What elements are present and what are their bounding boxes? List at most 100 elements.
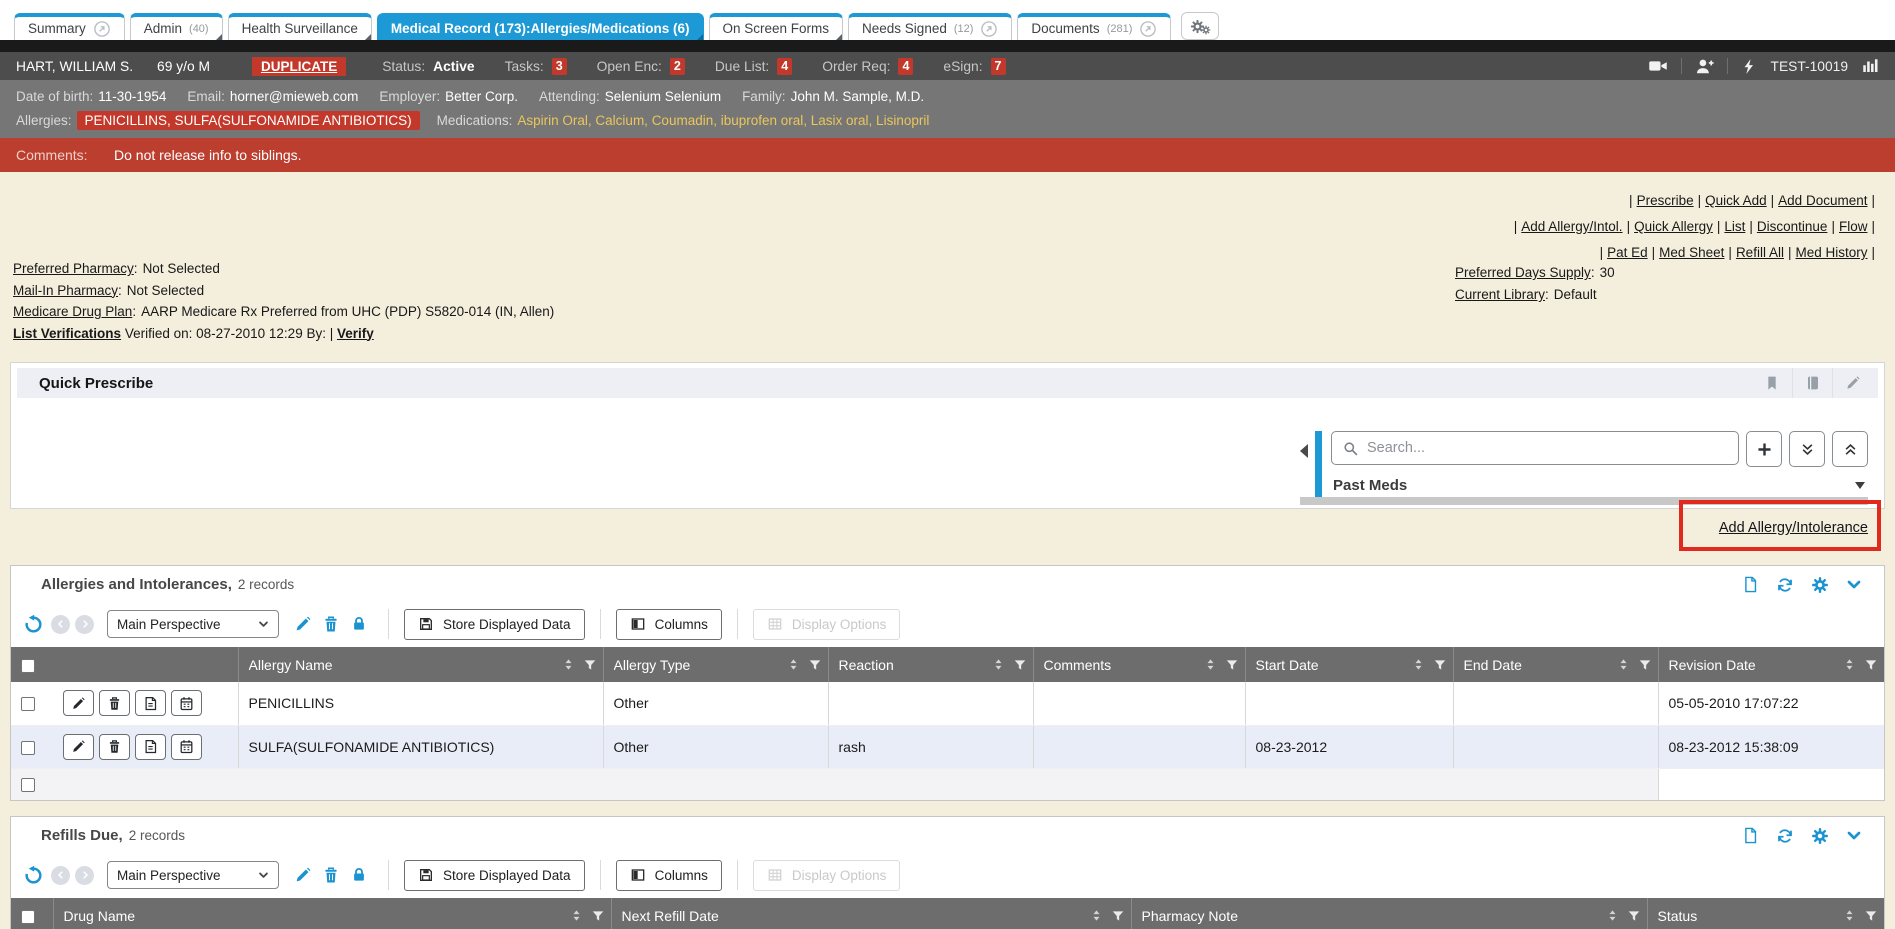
sort-icon[interactable]	[1617, 658, 1630, 671]
preferred-pharmacy-link[interactable]: Preferred Pharmacy	[13, 261, 134, 276]
collapse-left-arrow[interactable]	[1300, 444, 1308, 458]
refill-all-link[interactable]: Refill All	[1736, 245, 1784, 260]
refresh-icon[interactable]	[1776, 827, 1794, 845]
tab-summary[interactable]: Summary	[14, 13, 125, 40]
sort-icon[interactable]	[1606, 909, 1619, 922]
perspective-select[interactable]: Main Perspective	[107, 610, 279, 638]
list-verifications-link[interactable]: List Verifications	[13, 326, 121, 341]
select-all-checkbox[interactable]	[21, 659, 35, 673]
undo-icon[interactable]	[23, 865, 44, 886]
expand-all-button[interactable]	[1789, 431, 1825, 467]
delete-perspective-icon[interactable]	[322, 615, 340, 633]
tab-admin[interactable]: Admin (40)	[130, 13, 223, 40]
sort-icon[interactable]	[570, 909, 583, 922]
edit-perspective-icon[interactable]	[294, 866, 312, 884]
current-library-link[interactable]: Current Library	[1455, 287, 1545, 302]
lock-icon[interactable]	[350, 866, 368, 884]
verify-link[interactable]: Verify	[337, 326, 374, 341]
lightning-bolt-icon[interactable]	[1741, 58, 1758, 75]
esign-count-badge[interactable]: 7	[991, 58, 1006, 75]
perspective-select[interactable]: Main Perspective	[107, 861, 279, 889]
prev-perspective-button[interactable]	[51, 615, 70, 634]
library-button[interactable]	[1792, 368, 1832, 398]
col-status[interactable]: Status	[1647, 898, 1884, 929]
edit-allergy-button[interactable]	[63, 734, 94, 760]
col-drug-name[interactable]: Drug Name	[53, 898, 611, 929]
filter-funnel-icon[interactable]	[1433, 658, 1447, 672]
flow-link[interactable]: Flow	[1839, 219, 1868, 234]
gear-icon[interactable]	[1811, 576, 1829, 594]
sort-icon[interactable]	[1412, 658, 1425, 671]
filter-funnel-icon[interactable]	[808, 658, 822, 672]
next-perspective-button[interactable]	[75, 866, 94, 885]
add-allergy-intolerance-link[interactable]: Add Allergy/Intolerance	[1719, 520, 1868, 536]
col-allergy-type[interactable]: Allergy Type	[603, 647, 828, 682]
gear-icon[interactable]	[1811, 827, 1829, 845]
col-next-refill-date[interactable]: Next Refill Date	[611, 898, 1131, 929]
add-allergy-intol-link[interactable]: Add Allergy/Intol.	[1521, 219, 1622, 234]
external-link-icon[interactable]	[93, 20, 111, 38]
filter-funnel-icon[interactable]	[1111, 909, 1125, 923]
add-person-icon[interactable]	[1695, 57, 1714, 76]
next-perspective-button[interactable]	[75, 615, 94, 634]
columns-button[interactable]: Columns	[616, 609, 722, 640]
delete-perspective-icon[interactable]	[322, 866, 340, 884]
store-displayed-data-button[interactable]: Store Displayed Data	[404, 860, 585, 891]
col-pharmacy-note[interactable]: Pharmacy Note	[1131, 898, 1647, 929]
med-sheet-link[interactable]: Med Sheet	[1659, 245, 1724, 260]
quick-allergy-link[interactable]: Quick Allergy	[1634, 219, 1713, 234]
prev-perspective-button[interactable]	[51, 866, 70, 885]
filter-funnel-icon[interactable]	[1627, 909, 1641, 923]
row-checkbox[interactable]	[21, 778, 35, 792]
external-link-icon[interactable]	[1139, 20, 1157, 38]
sort-icon[interactable]	[1843, 909, 1856, 922]
filter-funnel-icon[interactable]	[1864, 909, 1878, 923]
video-camera-icon[interactable]	[1648, 56, 1668, 76]
sort-icon[interactable]	[1843, 658, 1856, 671]
filter-funnel-icon[interactable]	[1225, 658, 1239, 672]
columns-button[interactable]: Columns	[616, 860, 722, 891]
col-comments[interactable]: Comments	[1033, 647, 1245, 682]
med-history-link[interactable]: Med History	[1795, 245, 1867, 260]
sort-icon[interactable]	[787, 658, 800, 671]
note-button[interactable]	[135, 734, 166, 760]
bookmark-button[interactable]	[1752, 368, 1792, 398]
edit-button[interactable]	[1832, 368, 1872, 398]
tasks-count-badge[interactable]: 3	[552, 58, 567, 75]
preferred-days-supply-link[interactable]: Preferred Days Supply	[1455, 265, 1591, 280]
add-med-button[interactable]	[1746, 431, 1782, 467]
pat-ed-link[interactable]: Pat Ed	[1607, 245, 1648, 260]
tab-on-screen-forms[interactable]: On Screen Forms	[709, 13, 844, 40]
tab-settings-button[interactable]	[1181, 12, 1219, 40]
col-start-date[interactable]: Start Date	[1245, 647, 1453, 682]
med-search-input[interactable]	[1367, 440, 1728, 456]
tab-needs-signed[interactable]: Needs Signed (12)	[848, 13, 1012, 40]
edit-perspective-icon[interactable]	[294, 615, 312, 633]
prescribe-link[interactable]: Prescribe	[1637, 193, 1694, 208]
store-displayed-data-button[interactable]: Store Displayed Data	[404, 609, 585, 640]
quick-add-link[interactable]: Quick Add	[1705, 193, 1767, 208]
delete-allergy-button[interactable]	[99, 734, 130, 760]
row-checkbox[interactable]	[21, 741, 35, 755]
filter-funnel-icon[interactable]	[591, 909, 605, 923]
note-button[interactable]	[135, 690, 166, 716]
sort-icon[interactable]	[562, 658, 575, 671]
tab-health-surveillance[interactable]: Health Surveillance	[228, 13, 372, 40]
allergies-alert-badge[interactable]: PENICILLINS, SULFA(SULFONAMIDE ANTIBIOTI…	[77, 111, 420, 130]
lock-icon[interactable]	[350, 615, 368, 633]
duplicate-badge[interactable]: DUPLICATE	[252, 57, 346, 76]
row-checkbox[interactable]	[21, 697, 35, 711]
filter-funnel-icon[interactable]	[1864, 658, 1878, 672]
medications-list[interactable]: Aspirin Oral, Calcium, Coumadin, ibuprof…	[517, 113, 929, 128]
refresh-icon[interactable]	[1776, 576, 1794, 594]
undo-icon[interactable]	[23, 614, 44, 635]
sort-icon[interactable]	[992, 658, 1005, 671]
new-document-icon[interactable]	[1742, 576, 1759, 593]
filter-funnel-icon[interactable]	[1013, 658, 1027, 672]
delete-allergy-button[interactable]	[99, 690, 130, 716]
filter-funnel-icon[interactable]	[583, 658, 597, 672]
chevron-down-icon[interactable]	[1846, 828, 1862, 844]
col-reaction[interactable]: Reaction	[828, 647, 1033, 682]
open-enc-count-badge[interactable]: 2	[670, 58, 685, 75]
collapse-all-button[interactable]	[1832, 431, 1868, 467]
